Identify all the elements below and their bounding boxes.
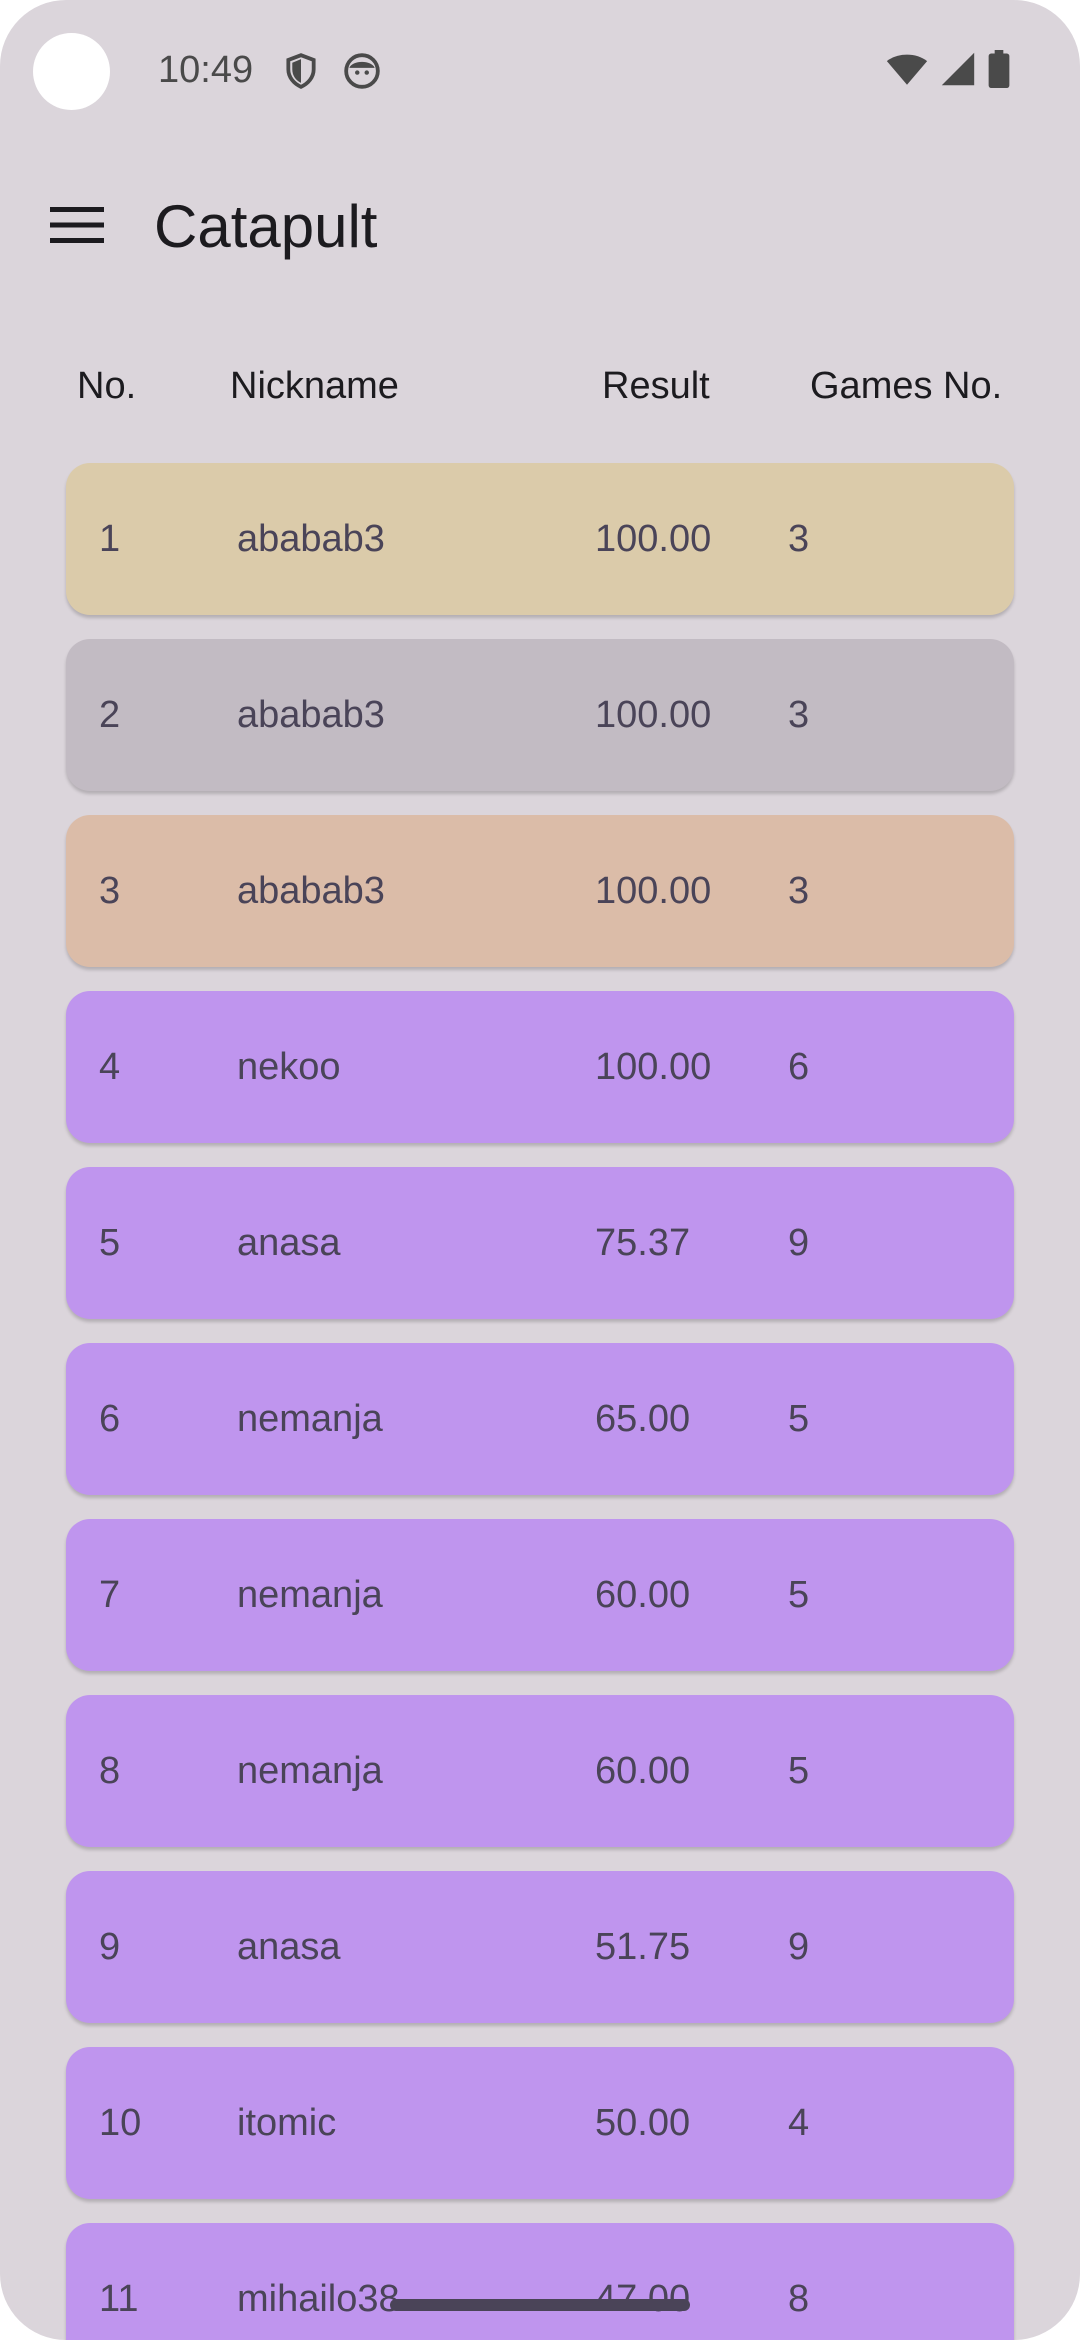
row-rank: 5 bbox=[99, 1222, 121, 1264]
row-games: 8 bbox=[788, 2278, 810, 2320]
signal-icon bbox=[940, 51, 976, 92]
gesture-nav-handle[interactable] bbox=[390, 2299, 690, 2311]
row-rank: 8 bbox=[99, 1750, 121, 1792]
table-row[interactable]: 3 ababab3 100.00 3 bbox=[66, 815, 1014, 967]
row-result: 100.00 bbox=[595, 694, 712, 736]
row-nickname: itomic bbox=[237, 2102, 337, 2144]
table-header: No. Nickname Result Games No. bbox=[0, 356, 1080, 416]
row-rank: 4 bbox=[99, 1046, 121, 1088]
row-games: 3 bbox=[788, 518, 810, 560]
header-games: Games No. bbox=[810, 365, 1003, 407]
row-nickname: nemanja bbox=[237, 1398, 383, 1440]
row-rank: 2 bbox=[99, 694, 121, 736]
row-rank: 11 bbox=[99, 2278, 139, 2320]
table-row[interactable]: 9 anasa 51.75 9 bbox=[66, 1871, 1014, 2023]
row-nickname: nekoo bbox=[237, 1046, 341, 1088]
table-row[interactable]: 6 nemanja 65.00 5 bbox=[66, 1343, 1014, 1495]
row-result: 100.00 bbox=[595, 518, 712, 560]
row-nickname: ababab3 bbox=[237, 518, 385, 560]
row-result: 60.00 bbox=[595, 1750, 691, 1792]
table-row[interactable]: 7 nemanja 60.00 5 bbox=[66, 1519, 1014, 1671]
battery-icon bbox=[988, 50, 1010, 93]
row-nickname: nemanja bbox=[237, 1574, 383, 1616]
row-result: 47.00 bbox=[595, 2223, 690, 2340]
row-games: 5 bbox=[788, 1398, 810, 1440]
wifi-icon bbox=[886, 51, 928, 92]
header-result: Result bbox=[602, 365, 710, 407]
table-row[interactable]: 8 nemanja 60.00 5 bbox=[66, 1695, 1014, 1847]
header-nickname: Nickname bbox=[230, 365, 399, 407]
row-rank: 1 bbox=[99, 518, 121, 560]
row-result: 100.00 bbox=[595, 870, 712, 912]
row-nickname: anasa bbox=[237, 1222, 341, 1264]
row-games: 6 bbox=[788, 1046, 810, 1088]
row-games: 5 bbox=[788, 1750, 810, 1792]
row-games: 9 bbox=[788, 1222, 810, 1264]
table-row[interactable]: 11 mihailo38 47.00 8 bbox=[66, 2223, 1014, 2340]
row-rank: 6 bbox=[99, 1398, 121, 1440]
row-rank: 9 bbox=[99, 1926, 121, 1968]
status-time: 10:49 bbox=[158, 49, 254, 91]
app-screen: 10:49 Catapult No. Nickname Result Games… bbox=[0, 0, 1080, 2340]
row-nickname: nemanja bbox=[237, 1750, 383, 1792]
row-nickname: mihailo38 bbox=[237, 2278, 400, 2320]
row-result: 65.00 bbox=[595, 1398, 691, 1440]
row-result: 100.00 bbox=[595, 1046, 712, 1088]
row-result: 60.00 bbox=[595, 1574, 691, 1616]
row-nickname: ababab3 bbox=[237, 694, 385, 736]
app-title: Catapult bbox=[154, 193, 378, 260]
row-result: 75.37 bbox=[595, 1222, 691, 1264]
row-games: 4 bbox=[788, 2102, 810, 2144]
row-games: 3 bbox=[788, 870, 810, 912]
row-result: 50.00 bbox=[595, 2102, 691, 2144]
shield-icon bbox=[282, 52, 320, 90]
face-icon bbox=[343, 52, 381, 90]
row-games: 3 bbox=[788, 694, 810, 736]
table-row[interactable]: 10 itomic 50.00 4 bbox=[66, 2047, 1014, 2199]
row-games: 9 bbox=[788, 1926, 810, 1968]
table-row[interactable]: 2 ababab3 100.00 3 bbox=[66, 639, 1014, 791]
row-games: 5 bbox=[788, 1574, 810, 1616]
hamburger-menu-icon bbox=[50, 205, 104, 250]
header-no: No. bbox=[77, 365, 137, 407]
table-row[interactable]: 1 ababab3 100.00 3 bbox=[66, 463, 1014, 615]
camera-cutout bbox=[33, 33, 110, 110]
table-row[interactable]: 5 anasa 75.37 9 bbox=[66, 1167, 1014, 1319]
row-rank: 3 bbox=[99, 870, 121, 912]
menu-button[interactable] bbox=[40, 190, 114, 264]
row-rank: 10 bbox=[99, 2102, 142, 2144]
row-result: 51.75 bbox=[595, 1926, 691, 1968]
row-nickname: ababab3 bbox=[237, 870, 385, 912]
status-icons-right bbox=[886, 50, 1010, 93]
row-nickname: anasa bbox=[237, 1926, 341, 1968]
table-row[interactable]: 4 nekoo 100.00 6 bbox=[66, 991, 1014, 1143]
row-rank: 7 bbox=[99, 1574, 121, 1616]
